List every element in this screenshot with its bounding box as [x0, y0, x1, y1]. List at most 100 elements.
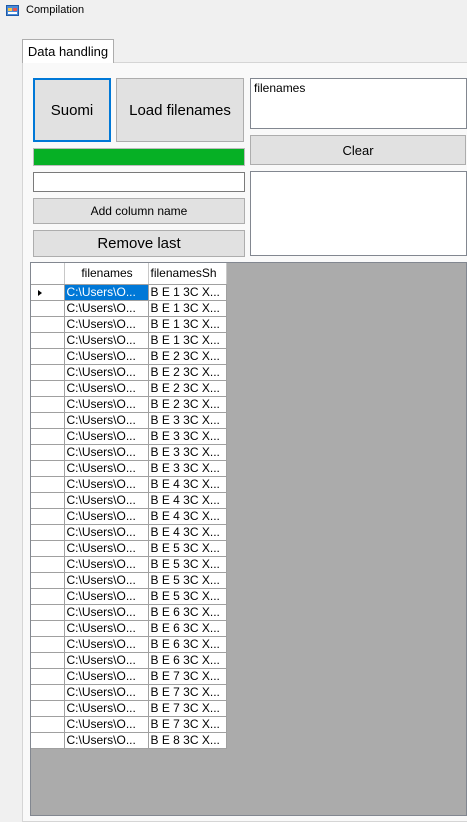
- table-row[interactable]: C:\Users\O... B E 7 3C X...: [31, 716, 227, 733]
- row-header[interactable]: [31, 396, 65, 413]
- row-header[interactable]: [31, 316, 65, 333]
- row-header[interactable]: [31, 508, 65, 525]
- column-header-filenames[interactable]: filenames: [64, 263, 149, 285]
- cell-filename[interactable]: C:\Users\O...: [64, 508, 149, 525]
- table-row[interactable]: C:\Users\O... B E 6 3C X...: [31, 604, 227, 621]
- cell-filename-short[interactable]: B E 7 3C X...: [148, 668, 227, 685]
- table-row[interactable]: C:\Users\O... B E 2 3C X...: [31, 348, 227, 365]
- cell-filename-short[interactable]: B E 1 3C X...: [148, 332, 227, 349]
- cell-filename[interactable]: C:\Users\O...: [64, 300, 149, 317]
- cell-filename[interactable]: C:\Users\O...: [64, 620, 149, 637]
- column-name-input[interactable]: [33, 172, 245, 192]
- cell-filename[interactable]: C:\Users\O...: [64, 524, 149, 541]
- cell-filename[interactable]: C:\Users\O...: [64, 396, 149, 413]
- list-item[interactable]: filenames: [251, 79, 466, 97]
- table-row[interactable]: C:\Users\O... B E 3 3C X...: [31, 412, 227, 429]
- cell-filename-short[interactable]: B E 4 3C X...: [148, 492, 227, 509]
- row-header[interactable]: [31, 636, 65, 653]
- row-header[interactable]: [31, 492, 65, 509]
- table-row[interactable]: C:\Users\O... B E 1 3C X...: [31, 300, 227, 317]
- row-header[interactable]: [31, 588, 65, 605]
- row-header[interactable]: [31, 572, 65, 589]
- table-row[interactable]: C:\Users\O... B E 6 3C X...: [31, 652, 227, 669]
- row-header[interactable]: [31, 412, 65, 429]
- grid-corner-header[interactable]: [31, 263, 65, 285]
- table-row[interactable]: C:\Users\O... B E 2 3C X...: [31, 396, 227, 413]
- table-row[interactable]: C:\Users\O... B E 8 3C X...: [31, 732, 227, 749]
- cell-filename-short[interactable]: B E 3 3C X...: [148, 460, 227, 477]
- filenames-listbox[interactable]: filenames: [250, 78, 467, 129]
- table-row[interactable]: C:\Users\O... B E 7 3C X...: [31, 668, 227, 685]
- cell-filename[interactable]: C:\Users\O...: [64, 556, 149, 573]
- cell-filename-short[interactable]: B E 1 3C X...: [148, 316, 227, 333]
- row-header[interactable]: [31, 684, 65, 701]
- table-row[interactable]: C:\Users\O... B E 4 3C X...: [31, 476, 227, 493]
- cell-filename[interactable]: C:\Users\O...: [64, 572, 149, 589]
- cell-filename[interactable]: C:\Users\O...: [64, 428, 149, 445]
- table-row[interactable]: C:\Users\O... B E 4 3C X...: [31, 508, 227, 525]
- cell-filename-short[interactable]: B E 5 3C X...: [148, 572, 227, 589]
- cell-filename[interactable]: C:\Users\O...: [64, 412, 149, 429]
- cell-filename-short[interactable]: B E 3 3C X...: [148, 444, 227, 461]
- row-header[interactable]: [31, 732, 65, 749]
- cell-filename-short[interactable]: B E 4 3C X...: [148, 524, 227, 541]
- cell-filename[interactable]: C:\Users\O...: [64, 732, 149, 749]
- row-header[interactable]: [31, 284, 65, 301]
- row-header[interactable]: [31, 300, 65, 317]
- cell-filename[interactable]: C:\Users\O...: [64, 588, 149, 605]
- table-row[interactable]: C:\Users\O... B E 2 3C X...: [31, 380, 227, 397]
- cell-filename-short[interactable]: B E 4 3C X...: [148, 476, 227, 493]
- cell-filename-short[interactable]: B E 5 3C X...: [148, 540, 227, 557]
- table-row[interactable]: C:\Users\O... B E 4 3C X...: [31, 492, 227, 509]
- row-header[interactable]: [31, 620, 65, 637]
- row-header[interactable]: [31, 380, 65, 397]
- cell-filename[interactable]: C:\Users\O...: [64, 492, 149, 509]
- table-row[interactable]: C:\Users\O... B E 7 3C X...: [31, 700, 227, 717]
- cell-filename[interactable]: C:\Users\O...: [64, 636, 149, 653]
- add-column-name-button[interactable]: Add column name: [33, 198, 245, 224]
- cell-filename-short[interactable]: B E 3 3C X...: [148, 412, 227, 429]
- cell-filename-short[interactable]: B E 8 3C X...: [148, 732, 227, 749]
- row-header[interactable]: [31, 364, 65, 381]
- table-row[interactable]: C:\Users\O... B E 6 3C X...: [31, 636, 227, 653]
- cell-filename-short[interactable]: B E 5 3C X...: [148, 556, 227, 573]
- table-row[interactable]: C:\Users\O... B E 4 3C X...: [31, 524, 227, 541]
- cell-filename[interactable]: C:\Users\O...: [64, 652, 149, 669]
- cell-filename-short[interactable]: B E 2 3C X...: [148, 364, 227, 381]
- cell-filename-short[interactable]: B E 2 3C X...: [148, 348, 227, 365]
- cell-filename[interactable]: C:\Users\O...: [64, 380, 149, 397]
- row-header[interactable]: [31, 668, 65, 685]
- cell-filename-short[interactable]: B E 6 3C X...: [148, 604, 227, 621]
- row-header[interactable]: [31, 540, 65, 557]
- cell-filename[interactable]: C:\Users\O...: [64, 604, 149, 621]
- cell-filename-short[interactable]: B E 6 3C X...: [148, 636, 227, 653]
- cell-filename-short[interactable]: B E 1 3C X...: [148, 284, 227, 301]
- table-row[interactable]: C:\Users\O... B E 1 3C X...: [31, 284, 227, 301]
- column-header-filenames-short[interactable]: filenamesSh: [148, 263, 227, 285]
- load-filenames-button[interactable]: Load filenames: [116, 78, 244, 142]
- row-header[interactable]: [31, 444, 65, 461]
- cell-filename-short[interactable]: B E 1 3C X...: [148, 300, 227, 317]
- row-header[interactable]: [31, 556, 65, 573]
- table-row[interactable]: C:\Users\O... B E 5 3C X...: [31, 540, 227, 557]
- cell-filename[interactable]: C:\Users\O...: [64, 700, 149, 717]
- cell-filename-short[interactable]: B E 7 3C X...: [148, 716, 227, 733]
- data-grid[interactable]: filenames filenamesSh C:\Users\O... B E 1…: [30, 262, 467, 816]
- cell-filename-short[interactable]: B E 6 3C X...: [148, 652, 227, 669]
- cell-filename[interactable]: C:\Users\O...: [64, 316, 149, 333]
- table-row[interactable]: C:\Users\O... B E 3 3C X...: [31, 444, 227, 461]
- cell-filename[interactable]: C:\Users\O...: [64, 476, 149, 493]
- row-header[interactable]: [31, 700, 65, 717]
- cell-filename-short[interactable]: B E 7 3C X...: [148, 684, 227, 701]
- cell-filename[interactable]: C:\Users\O...: [64, 284, 149, 301]
- table-row[interactable]: C:\Users\O... B E 5 3C X...: [31, 588, 227, 605]
- row-header[interactable]: [31, 716, 65, 733]
- clear-button[interactable]: Clear: [250, 135, 466, 165]
- table-row[interactable]: C:\Users\O... B E 1 3C X...: [31, 332, 227, 349]
- row-header[interactable]: [31, 332, 65, 349]
- cell-filename[interactable]: C:\Users\O...: [64, 348, 149, 365]
- cell-filename[interactable]: C:\Users\O...: [64, 684, 149, 701]
- cell-filename[interactable]: C:\Users\O...: [64, 668, 149, 685]
- cell-filename-short[interactable]: B E 4 3C X...: [148, 508, 227, 525]
- row-header[interactable]: [31, 348, 65, 365]
